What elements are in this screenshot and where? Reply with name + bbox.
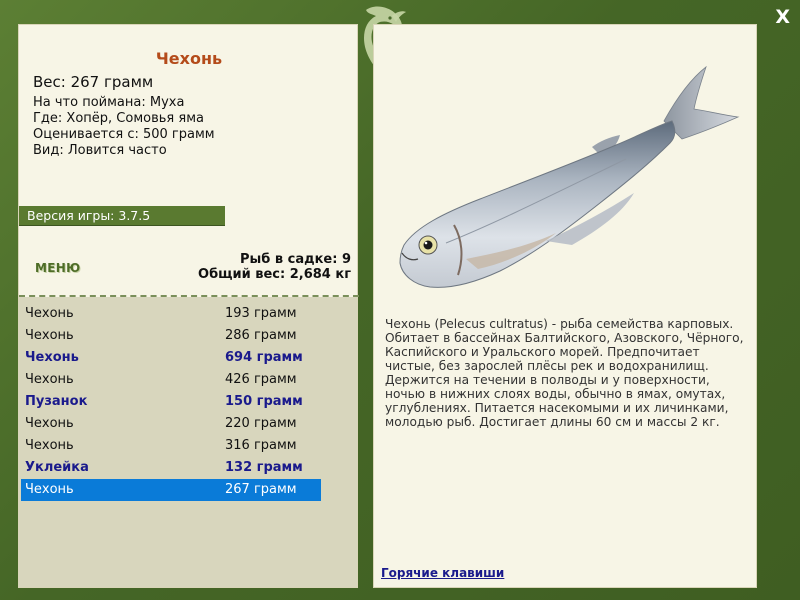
catch-row-name: Чехонь: [25, 328, 74, 343]
fish-title: Чехонь: [155, 49, 223, 68]
fish-description-panel: Чехонь (Pelecus cultratus) - рыба семейс…: [373, 24, 757, 588]
caught-on-label: На что поймана: Муха: [33, 95, 185, 110]
fish-description: Чехонь (Pelecus cultratus) - рыба семейс…: [385, 317, 744, 429]
catch-row-name: Чехонь: [25, 306, 74, 321]
valued-from-label: Оценивается с: 500 грамм: [33, 127, 215, 142]
catch-row[interactable]: Чехонь 220 грамм: [21, 413, 321, 435]
catch-row-weight: 286 грамм: [225, 328, 297, 343]
catch-row-name: Пузанок: [25, 394, 88, 409]
catch-row-weight: 193 грамм: [225, 306, 297, 321]
sabre-carp-fish-image: [399, 65, 740, 288]
catch-row-name: Чехонь: [25, 350, 79, 365]
catch-row[interactable]: Чехонь 286 грамм: [21, 325, 321, 347]
fish-count: Рыб в садке: 9: [239, 252, 351, 267]
catch-row[interactable]: Чехонь 193 грамм: [21, 303, 321, 325]
menu-button[interactable]: МЕНЮ: [35, 261, 80, 275]
close-icon[interactable]: X: [775, 6, 790, 28]
fish-weight: Вес: 267 грамм: [33, 73, 154, 91]
catch-row-name: Чехонь: [25, 416, 74, 431]
catch-row-name: Уклейка: [25, 460, 89, 475]
catch-row-name: Чехонь: [25, 372, 74, 387]
catch-info-panel: Чехонь Вес: 267 грамм На что поймана: Му…: [18, 24, 359, 588]
hotkeys-link[interactable]: Горячие клавиши: [381, 566, 504, 580]
catch-row-weight: 132 грамм: [225, 460, 303, 475]
catch-row-name: Чехонь: [25, 482, 74, 497]
catch-row-weight: 267 грамм: [225, 482, 297, 497]
catch-row-weight: 694 грамм: [225, 350, 303, 365]
location-label: Где: Хопёр, Сомовья яма: [33, 111, 204, 126]
catch-row[interactable]: Уклейка 132 грамм: [21, 457, 321, 479]
catch-row[interactable]: Пузанок 150 грамм: [21, 391, 321, 413]
catch-row[interactable]: Чехонь 694 грамм: [21, 347, 321, 369]
catch-row-weight: 316 грамм: [225, 438, 297, 453]
keepnet-stats: Рыб в садке: 9 Общий вес: 2,684 кг: [198, 252, 351, 282]
catch-row[interactable]: Чехонь 267 грамм: [21, 479, 321, 501]
catch-row-weight: 220 грамм: [225, 416, 297, 431]
catch-row-weight: 426 грамм: [225, 372, 297, 387]
catch-row-weight: 150 грамм: [225, 394, 303, 409]
species-status-label: Вид: Ловится часто: [33, 143, 167, 158]
catch-row[interactable]: Чехонь 426 грамм: [21, 369, 321, 391]
catch-row[interactable]: Чехонь 316 грамм: [21, 435, 321, 457]
total-weight: Общий вес: 2,684 кг: [198, 267, 351, 282]
fish-details: На что поймана: Муха Где: Хопёр, Сомовья…: [33, 95, 215, 159]
catch-list[interactable]: Чехонь 193 грамм Чехонь 286 грамм Чехонь…: [19, 297, 357, 587]
catch-row-name: Чехонь: [25, 438, 74, 453]
game-version-bar: Версия игры: 3.7.5: [19, 206, 225, 226]
